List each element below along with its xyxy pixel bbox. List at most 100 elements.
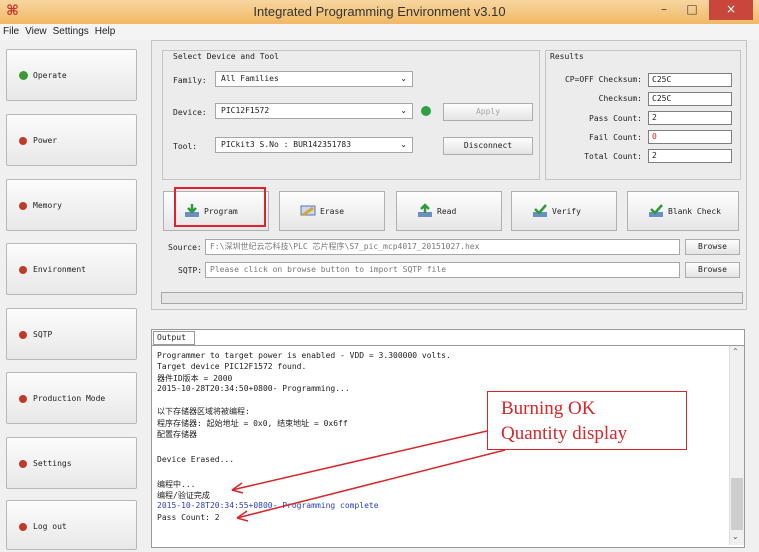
log-line: 配置存储器 <box>157 430 197 439</box>
erase-button[interactable]: Erase <box>279 191 385 231</box>
sidebar-item-label: SQTP <box>33 330 53 339</box>
pass-count-field: 2 <box>648 111 732 125</box>
maximize-button[interactable]: □ <box>678 0 706 20</box>
sidebar-item-log-out[interactable]: Log out <box>6 500 137 550</box>
sidebar-item-operate[interactable]: Operate <box>6 49 137 101</box>
tab-divider <box>152 345 744 346</box>
chevron-down-icon: ⌄ <box>400 106 407 115</box>
menu-settings[interactable]: Settings <box>53 26 89 37</box>
highlight-box <box>174 187 266 227</box>
family-select[interactable]: All Families ⌄ <box>215 71 413 87</box>
sidebar-item-label: Operate <box>33 71 67 80</box>
sqtp-label: SQTP: <box>178 266 203 275</box>
log-line: 程序存储器: 起始地址 = 0x0, 结束地址 = 0x6ff <box>157 419 348 428</box>
sidebar-item-label: Power <box>33 136 58 145</box>
sidebar-item-sqtp[interactable]: SQTP <box>6 308 137 360</box>
close-button[interactable]: × <box>709 0 753 20</box>
device-label: Device: <box>173 108 207 117</box>
verify-icon <box>533 204 547 217</box>
blank-check-icon <box>649 204 663 217</box>
sidebar-item-label: Settings <box>33 459 72 468</box>
checksum-field: C25C <box>648 92 732 106</box>
read-button[interactable]: Read <box>396 191 502 231</box>
menu-view[interactable]: View <box>25 26 47 37</box>
log-line: 器件ID版本 = 2000 <box>157 374 233 383</box>
status-icon <box>19 395 27 403</box>
log-line: Target device PIC12F1572 found. <box>157 362 307 371</box>
window-title: Integrated Programming Environment v3.10 <box>253 4 506 19</box>
sidebar-item-power[interactable]: Power <box>6 114 137 166</box>
scroll-down-icon[interactable]: ⌄ <box>732 532 739 541</box>
blank-check-label: Blank Check <box>668 207 721 216</box>
total-count-label: Total Count: <box>584 152 642 161</box>
scroll-thumb[interactable] <box>731 478 743 530</box>
status-icon <box>19 71 28 80</box>
status-icon <box>19 460 27 468</box>
chevron-down-icon: ⌄ <box>400 74 407 83</box>
log-line: 2015-10-28T20:34:50+0800- Programming... <box>157 384 350 393</box>
log-line: 2015-10-28T20:34:55+0800- Programming co… <box>157 501 379 510</box>
sidebar-item-label: Log out <box>33 522 67 531</box>
family-value: All Families <box>221 74 279 83</box>
device-value: PIC12F1572 <box>221 106 270 115</box>
total-count-field: 2 <box>648 149 732 163</box>
menu-file[interactable]: File <box>3 26 19 37</box>
blank-check-button[interactable]: Blank Check <box>627 191 739 231</box>
menu-help[interactable]: Help <box>95 26 116 37</box>
progress-bar <box>161 292 743 304</box>
tool-select[interactable]: PICkit3 S.No : BUR142351783 ⌄ <box>215 137 413 153</box>
source-path-field[interactable]: F:\深圳世纪云芯科技\PLC 芯片程序\S7_pic_mcp4017_2015… <box>205 239 680 255</box>
chevron-down-icon: ⌄ <box>400 140 407 149</box>
sidebar-item-label: Memory <box>33 201 62 210</box>
verify-button[interactable]: Verify <box>511 191 617 231</box>
sidebar-item-settings[interactable]: Settings <box>6 437 137 489</box>
sidebar-item-environment[interactable]: Environment <box>6 243 137 295</box>
log-line: 编程/验证完成 <box>157 491 210 500</box>
status-icon <box>19 523 27 531</box>
log-line: 以下存储器区域将被编程: <box>157 407 250 416</box>
minimize-button[interactable]: – <box>650 0 678 20</box>
family-label: Family: <box>173 76 207 85</box>
results-heading: Results <box>550 52 584 61</box>
status-icon <box>19 331 27 339</box>
menu-bar: File View Settings Help <box>0 24 759 40</box>
device-tool-heading: Select Device and Tool <box>173 52 279 61</box>
scroll-up-icon[interactable]: ⌃ <box>732 347 739 356</box>
sidebar-item-production-mode[interactable]: Production Mode <box>6 372 137 424</box>
tab-output[interactable]: Output <box>153 331 195 345</box>
checksum-label: Checksum: <box>598 94 642 103</box>
log-line: Device Erased... <box>157 455 235 464</box>
apply-button[interactable]: Apply <box>443 103 533 121</box>
tool-value: PICkit3 S.No : BUR142351783 <box>221 140 352 149</box>
log-line: Pass Count: 2 <box>157 513 220 522</box>
annotation-line-2: Quantity display <box>501 423 628 444</box>
erase-label: Erase <box>320 207 345 216</box>
read-icon <box>418 203 432 217</box>
cp-off-checksum-label: CP=OFF Checksum: <box>564 75 642 84</box>
source-browse-button[interactable]: Browse <box>685 239 740 255</box>
annotation-line-1: Burning OK <box>501 398 596 419</box>
tool-label: Tool: <box>173 142 198 151</box>
fail-count-label: Fail Count: <box>589 133 642 142</box>
sqtp-browse-button[interactable]: Browse <box>685 262 740 278</box>
read-label: Read <box>437 207 457 216</box>
fail-count-field: 0 <box>648 130 732 144</box>
device-select[interactable]: PIC12F1572 ⌄ <box>215 103 413 119</box>
pass-count-label: Pass Count: <box>589 114 642 123</box>
log-line: 编程中... <box>157 480 196 489</box>
sqtp-path-field[interactable]: Please click on browse button to import … <box>205 262 680 278</box>
title-bar: ⌘ Integrated Programming Environment v3.… <box>0 0 759 24</box>
source-label: Source: <box>168 243 202 252</box>
erase-icon <box>300 205 316 217</box>
cp-off-checksum-field: C25C <box>648 73 732 87</box>
disconnect-button[interactable]: Disconnect <box>443 137 533 155</box>
output-scrollbar[interactable]: ⌃ ⌄ <box>729 346 744 545</box>
status-icon <box>19 266 27 274</box>
sidebar-item-label: Production Mode <box>33 394 106 403</box>
connection-status-icon <box>421 106 431 116</box>
sidebar-item-memory[interactable]: Memory <box>6 179 137 231</box>
sidebar-item-label: Environment <box>33 265 86 274</box>
status-icon <box>19 202 27 210</box>
verify-label: Verify <box>552 207 581 216</box>
log-line: Programmer to target power is enabled - … <box>157 351 451 360</box>
